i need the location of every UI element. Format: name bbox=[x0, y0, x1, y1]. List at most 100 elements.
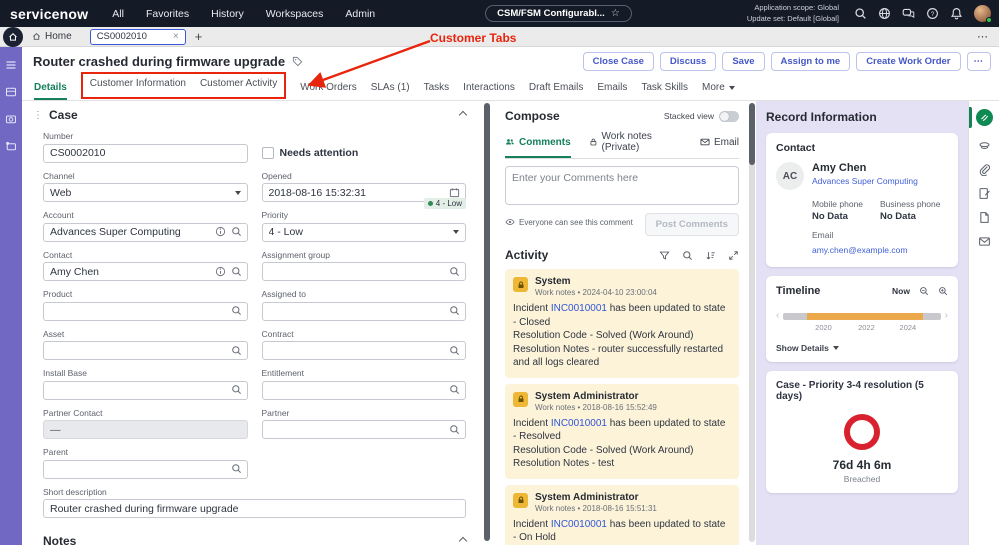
tab-email[interactable]: Email bbox=[700, 131, 739, 158]
lookup-search-icon[interactable] bbox=[449, 384, 460, 395]
lookup-search-icon[interactable] bbox=[231, 266, 242, 277]
partner-input[interactable] bbox=[261, 420, 466, 439]
show-details-link[interactable]: Show Details bbox=[776, 343, 948, 353]
assignment-group-input[interactable] bbox=[261, 262, 466, 281]
expand-icon[interactable] bbox=[728, 250, 739, 261]
home-circle-button[interactable] bbox=[3, 26, 23, 47]
asset-input[interactable] bbox=[43, 341, 248, 360]
parent-input[interactable] bbox=[43, 459, 248, 479]
create-work-order-button[interactable]: Create Work Order bbox=[856, 51, 961, 71]
lookup-search-icon[interactable] bbox=[449, 266, 460, 277]
lookup-search-icon[interactable] bbox=[449, 424, 460, 435]
assign-to-me-button[interactable]: Assign to me bbox=[770, 51, 851, 71]
nav-history[interactable]: History bbox=[211, 8, 244, 20]
install-base-input[interactable] bbox=[43, 380, 248, 400]
globe-icon[interactable] bbox=[878, 7, 891, 20]
help-icon[interactable]: ? bbox=[926, 7, 939, 20]
post-comments-button[interactable]: Post Comments bbox=[644, 213, 739, 236]
sort-icon[interactable] bbox=[705, 250, 716, 261]
tab-customer-activity[interactable]: Customer Activity bbox=[200, 78, 277, 96]
activity-entry[interactable]: System Administrator Work notes • 2018-0… bbox=[505, 383, 739, 479]
nav-workspaces[interactable]: Workspaces bbox=[266, 8, 324, 20]
close-case-button[interactable]: Close Case bbox=[582, 51, 654, 71]
notifications-bell-icon[interactable] bbox=[950, 7, 963, 20]
incident-link[interactable]: INC0010001 bbox=[551, 418, 607, 429]
nav-all[interactable]: All bbox=[112, 8, 124, 20]
info-icon[interactable] bbox=[215, 226, 226, 237]
tab-details[interactable]: Details bbox=[34, 82, 67, 100]
lookup-search-icon[interactable] bbox=[231, 384, 242, 395]
contract-input[interactable] bbox=[261, 341, 466, 360]
tab-slas[interactable]: SLAs (1) bbox=[371, 82, 410, 100]
chat-icon[interactable] bbox=[902, 7, 915, 20]
stacked-view-toggle[interactable] bbox=[719, 110, 739, 122]
new-tab-button[interactable]: + bbox=[195, 30, 203, 43]
search-icon[interactable] bbox=[854, 7, 867, 20]
calendar-icon[interactable] bbox=[449, 187, 460, 198]
email-log-icon[interactable] bbox=[978, 235, 991, 248]
channel-select[interactable] bbox=[43, 183, 248, 202]
document-icon[interactable] bbox=[978, 211, 991, 224]
tab-comments[interactable]: Comments bbox=[505, 131, 571, 158]
timeline-next-icon[interactable]: › bbox=[945, 311, 948, 321]
lookup-search-icon[interactable] bbox=[231, 305, 242, 316]
timeline-prev-icon[interactable]: ‹ bbox=[776, 311, 779, 321]
tab-draft-emails[interactable]: Draft Emails bbox=[529, 82, 583, 100]
tag-icon[interactable] bbox=[292, 56, 303, 67]
contact-email-link[interactable]: amy.chen@example.com bbox=[812, 245, 907, 255]
compose-note-icon[interactable] bbox=[978, 187, 991, 200]
info-icon[interactable] bbox=[215, 266, 226, 277]
comment-textarea[interactable] bbox=[505, 166, 739, 205]
tab-work-orders[interactable]: Work Orders bbox=[300, 82, 357, 100]
panel-icon[interactable] bbox=[5, 86, 17, 98]
close-tab-icon[interactable]: × bbox=[173, 31, 179, 42]
drag-handle-icon[interactable]: ⋮ bbox=[33, 110, 43, 121]
user-avatar[interactable] bbox=[974, 5, 992, 23]
entitlement-input[interactable] bbox=[261, 380, 466, 400]
filter-icon[interactable] bbox=[659, 250, 670, 261]
priority-select[interactable] bbox=[261, 222, 466, 242]
app-title-pill[interactable]: CSM/FSM Configurabl... ☆ bbox=[485, 5, 632, 22]
short-description-input[interactable] bbox=[43, 499, 466, 518]
record-info-tool-icon[interactable] bbox=[975, 109, 993, 126]
tab-task-skills[interactable]: Task Skills bbox=[641, 82, 688, 100]
activity-search-icon[interactable] bbox=[682, 250, 693, 261]
tab-emails[interactable]: Emails bbox=[597, 82, 627, 100]
incident-link[interactable]: INC0010001 bbox=[551, 303, 607, 314]
form-scrollbar[interactable] bbox=[484, 103, 490, 541]
lookup-search-icon[interactable] bbox=[231, 345, 242, 356]
tab-interactions[interactable]: Interactions bbox=[463, 82, 515, 100]
tab-customer-information[interactable]: Customer Information bbox=[90, 78, 186, 96]
activity-entry[interactable]: System Administrator Work notes • 2018-0… bbox=[505, 484, 739, 545]
inbox-notification-icon[interactable] bbox=[5, 140, 17, 152]
lookup-search-icon[interactable] bbox=[449, 305, 460, 316]
collapse-case-icon[interactable] bbox=[458, 110, 468, 120]
nav-admin[interactable]: Admin bbox=[345, 8, 375, 20]
needs-attention-checkbox[interactable] bbox=[261, 147, 274, 160]
favorite-star-icon[interactable]: ☆ bbox=[611, 8, 620, 19]
home-tab[interactable]: Home bbox=[32, 31, 72, 42]
assigned-to-input[interactable] bbox=[261, 301, 466, 321]
timeline-bar[interactable] bbox=[783, 312, 941, 320]
discuss-button[interactable]: Discuss bbox=[659, 51, 717, 71]
lookup-search-icon[interactable] bbox=[449, 345, 460, 356]
menu-icon[interactable] bbox=[5, 59, 17, 71]
nav-favorites[interactable]: Favorites bbox=[146, 8, 189, 20]
activity-scrollbar-thumb[interactable] bbox=[749, 103, 755, 165]
contact-company-link[interactable]: Advances Super Computing bbox=[812, 176, 918, 186]
lookup-search-icon[interactable] bbox=[231, 463, 242, 474]
collapse-notes-icon[interactable] bbox=[458, 536, 468, 545]
camera-icon[interactable] bbox=[5, 113, 17, 125]
incident-link[interactable]: INC0010001 bbox=[551, 519, 607, 530]
zoom-out-icon[interactable] bbox=[919, 286, 929, 296]
product-input[interactable] bbox=[43, 301, 248, 321]
tab-tasks[interactable]: Tasks bbox=[424, 82, 450, 100]
number-input[interactable] bbox=[43, 143, 248, 163]
more-actions-button[interactable]: ⋯ bbox=[966, 51, 991, 71]
record-info-tool-active[interactable] bbox=[969, 107, 999, 128]
tab-overflow-icon[interactable]: ⋯ bbox=[977, 30, 989, 43]
save-button[interactable]: Save bbox=[722, 51, 765, 71]
tab-work-notes[interactable]: Work notes (Private) bbox=[589, 131, 682, 158]
activity-scrollbar-track[interactable] bbox=[749, 103, 755, 542]
tab-more[interactable]: More bbox=[702, 82, 735, 100]
